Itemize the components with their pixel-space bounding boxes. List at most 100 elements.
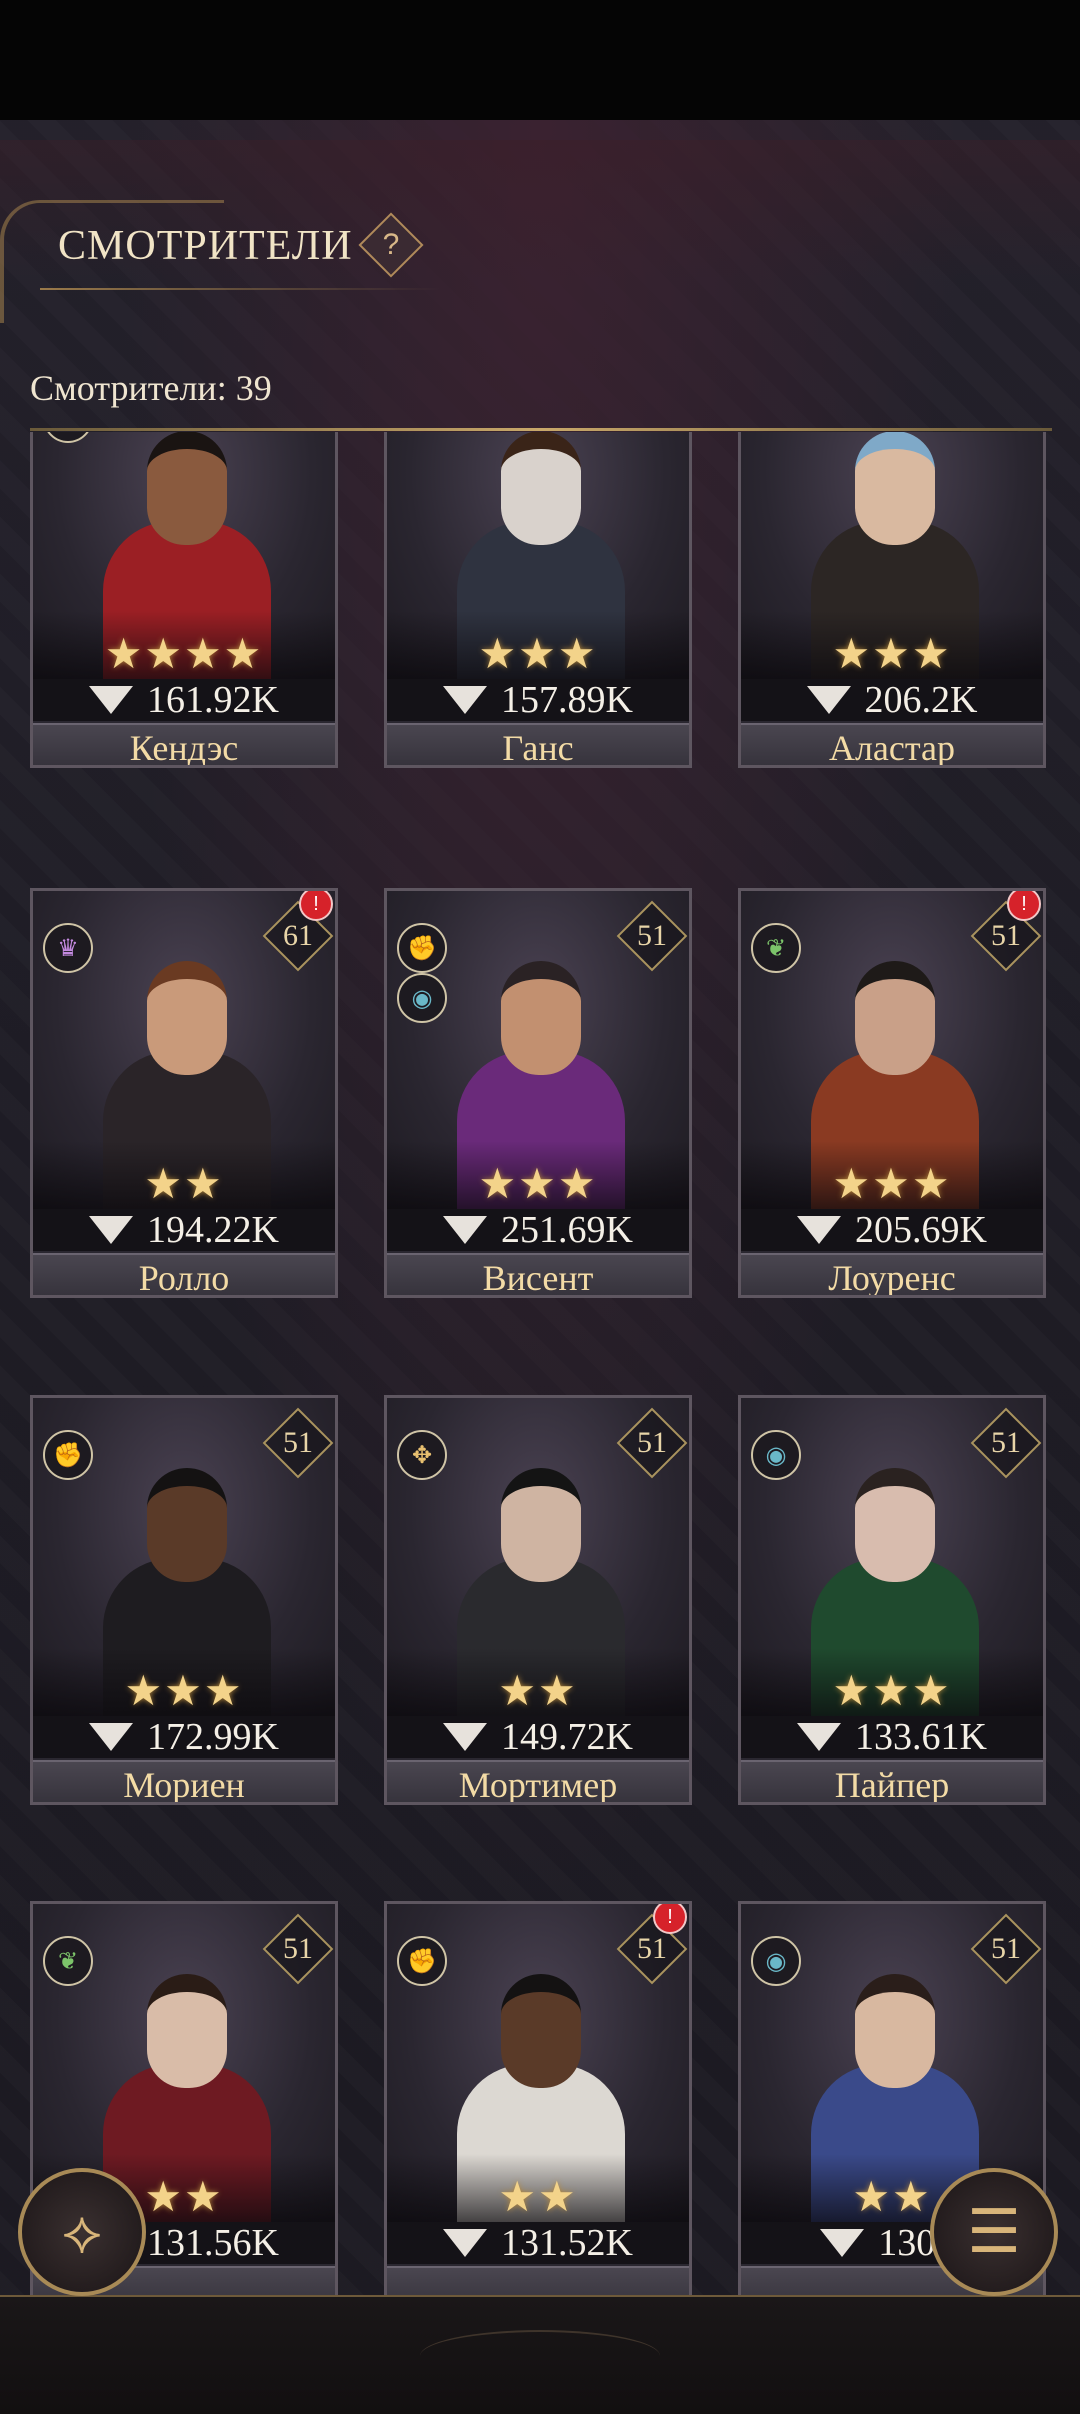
layers-icon-button[interactable]: ☰ [930, 2168, 1058, 2296]
keeper-name: Лоуренс [828, 1257, 956, 1298]
keepers-count: Смотрители: 39 [30, 368, 272, 408]
power-value: 131.56K [147, 2222, 279, 2264]
keeper-card[interactable]: ✊ 51 ★★★ 172.99K Мориен [30, 1395, 338, 1805]
keeper-name: Ролло [138, 1257, 230, 1298]
leaf-icon: ❦ [43, 1936, 93, 1986]
power-value: 205.69K [855, 1209, 987, 1251]
star-rating: ★★★ [478, 1159, 598, 1208]
power-value: 206.2K [864, 679, 978, 721]
power-value: 251.69K [501, 1209, 633, 1251]
name-plate: Аластар [741, 723, 1043, 768]
power-row: 131.52K [387, 2222, 689, 2264]
power-value: 194.22K [147, 1209, 279, 1251]
page-title: СМОТРИТЕЛИ [58, 223, 353, 269]
power-value: 157.89K [501, 679, 633, 721]
keeper-head [501, 1974, 581, 2088]
power-icon [806, 686, 851, 714]
keeper-head [501, 432, 581, 545]
name-plate: Лоуренс [741, 1253, 1043, 1298]
star-rating: ★★★ [832, 1666, 952, 1715]
star-rating: ★★★ [832, 1159, 952, 1208]
power-row: 251.69K [387, 1209, 689, 1251]
eye-icon: ◉ [397, 973, 447, 1023]
power-icon [89, 686, 134, 714]
star-rating: ★★★★ [104, 629, 264, 678]
name-plate: Мориен [33, 1760, 335, 1805]
keeper-name: Пайпер [834, 1764, 950, 1805]
keeper-card[interactable]: ♛ 61! ★★ 194.22K Ролло [30, 888, 338, 1298]
keeper-card[interactable]: ✊ ◉ 51 ★★★ 251.69K Висент [384, 888, 692, 1298]
keeper-card[interactable]: ◉ 51 ★★★ 133.61K Пайпер [738, 1395, 1046, 1805]
bottom-ornament [420, 2330, 660, 2382]
keeper-head [501, 961, 581, 1075]
keeper-head [147, 1468, 227, 1582]
unicorn-icon-button[interactable]: ⟡ [18, 2168, 146, 2296]
power-icon [443, 2229, 488, 2257]
star-rating: ★★★ [832, 629, 952, 678]
list-divider [30, 428, 1052, 431]
name-plate: Ганс [387, 723, 689, 768]
power-value: 131.52K [501, 2222, 633, 2264]
keeper-name: Аластар [828, 727, 956, 768]
power-value: 149.72K [501, 1716, 633, 1758]
keeper-card[interactable]: ❦ 51! ★★★ 205.69K Лоуренс [738, 888, 1046, 1298]
alert-badge: ! [1007, 891, 1041, 921]
fist-icon: ✊ [397, 1936, 447, 1986]
unicorn-icon: ⟡ [62, 2197, 102, 2267]
fist-icon: ✊ [43, 1430, 93, 1480]
keeper-head [147, 961, 227, 1075]
power-icon [797, 1216, 842, 1244]
keeper-head [855, 1974, 935, 2088]
power-row: 157.89K [387, 679, 689, 721]
keeper-head [147, 1974, 227, 2088]
keeper-name: Мортимер [458, 1764, 618, 1805]
keeper-name: Висент [482, 1257, 594, 1298]
power-icon [443, 686, 488, 714]
star-rating: ★★★ [124, 1666, 244, 1715]
power-icon [89, 1723, 134, 1751]
keeper-head [855, 432, 935, 545]
eye-icon: ◉ [751, 1936, 801, 1986]
star-rating: ★★ [498, 1666, 578, 1715]
title-underline [40, 288, 440, 290]
power-value: 172.99K [147, 1716, 279, 1758]
alert-badge: ! [653, 1904, 687, 1934]
power-row: 194.22K [33, 1209, 335, 1251]
compass-icon: ✥ [397, 1430, 447, 1480]
star-rating: ★★★ [478, 629, 598, 678]
star-rating: ★★ [498, 2172, 578, 2221]
mask-icon: ♛ [43, 923, 93, 973]
question-icon: ? [382, 228, 400, 261]
power-row: 161.92K [33, 679, 335, 721]
eye-icon: ◉ [751, 1430, 801, 1480]
name-plate: Пайпер [741, 1760, 1043, 1805]
keeper-card[interactable]: ✥ 51 ★★ 149.72K Мортимер [384, 1395, 692, 1805]
power-row: 206.2K [741, 679, 1043, 721]
keepers-grid[interactable]: ❦★★★★161.92KКендэс★★★157.89KГанс★★★206.2… [0, 432, 1080, 2295]
power-row: 172.99K [33, 1716, 335, 1758]
name-plate: Ролло [33, 1253, 335, 1298]
leaf-icon: ❦ [751, 923, 801, 973]
keeper-name: Ганс [502, 727, 574, 768]
star-rating: ★★ [144, 1159, 224, 1208]
keeper-head [147, 432, 227, 545]
alert-badge: ! [299, 891, 333, 921]
keeper-card[interactable]: ★★★ 206.2K Аластар [738, 432, 1046, 768]
power-icon [89, 1216, 134, 1244]
keeper-head [855, 1468, 935, 1582]
name-plate: Висент [387, 1253, 689, 1298]
power-icon [820, 2229, 865, 2257]
keeper-card[interactable]: ❦★★★★161.92KКендэс [30, 432, 338, 768]
power-value: 133.61K [855, 1716, 987, 1758]
keeper-card[interactable]: ★★★ 157.89K Ганс [384, 432, 692, 768]
power-row: 205.69K [741, 1209, 1043, 1251]
power-icon [443, 1216, 488, 1244]
layers-icon: ☰ [967, 2197, 1021, 2267]
power-row: 133.61K [741, 1716, 1043, 1758]
keeper-name: Мориен [123, 1764, 245, 1805]
name-plate [387, 2266, 689, 2295]
power-row: 149.72K [387, 1716, 689, 1758]
power-value: 161.92K [147, 679, 279, 721]
fist-icon: ✊ [397, 923, 447, 973]
keeper-card[interactable]: ✊ 51! ★★ 131.52K [384, 1901, 692, 2295]
